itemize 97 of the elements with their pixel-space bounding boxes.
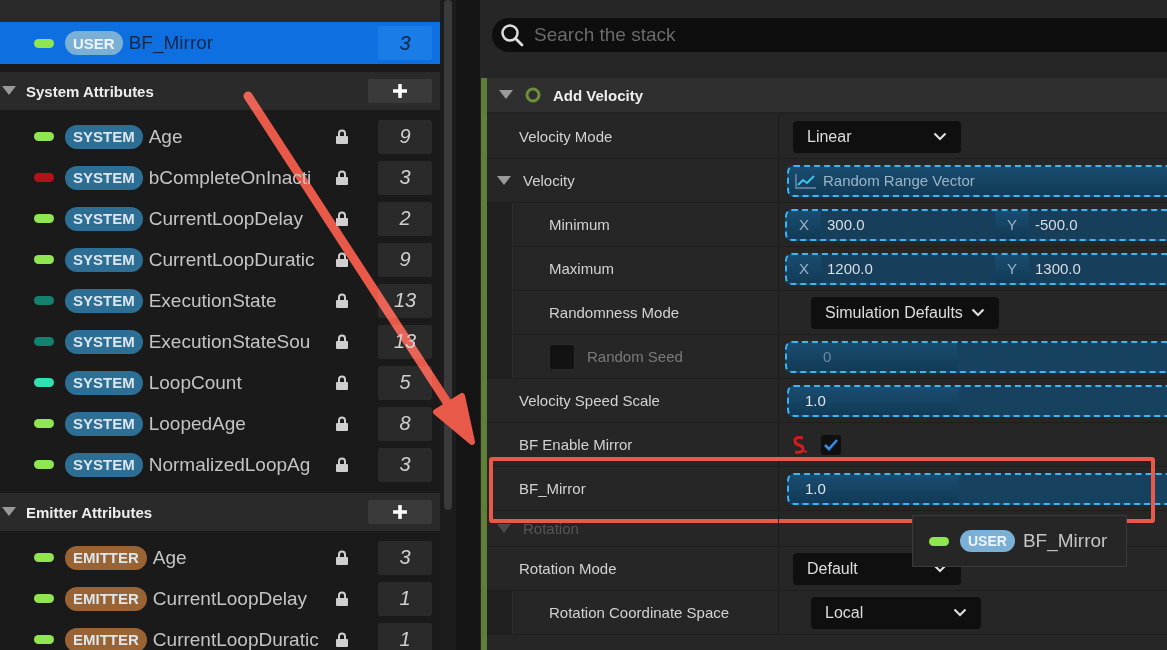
axis-label: Y (1006, 260, 1018, 277)
component-value[interactable]: 1200.0 (821, 254, 995, 283)
namespace-tag: SYSTEM (65, 329, 143, 354)
reference-count: 3 (378, 26, 432, 60)
property-label: BF Enable Mirror (519, 436, 633, 453)
namespace-tag: SYSTEM (65, 124, 143, 149)
parameter-row[interactable]: USER BF_Mirror 3 (0, 22, 440, 64)
axis-label: X (798, 216, 810, 233)
reference-count: 13 (378, 283, 432, 318)
namespace-tag: SYSTEM (65, 206, 143, 231)
axis-label: X (798, 260, 810, 277)
parameter-row[interactable]: EMITTER CurrentLoopDuratic 1 (0, 619, 440, 650)
parameter-name: CurrentLoopDuratic (148, 248, 316, 271)
parameter-name: BF_Mirror (128, 32, 215, 54)
dropdown[interactable]: Simulation Defaults (811, 296, 999, 329)
section-header[interactable]: System Attributes (0, 72, 440, 110)
parameter-row[interactable]: SYSTEM ExecutionState 13 (0, 280, 440, 321)
component-value[interactable]: 300.0 (821, 210, 995, 239)
parameter-name: ExecutionStateSou (148, 330, 312, 353)
property-label: Velocity Speed Scale (519, 392, 660, 409)
property-label: Velocity Mode (519, 128, 613, 145)
search-field[interactable]: Search the stack (492, 18, 1167, 52)
parameter-row[interactable]: SYSTEM NormalizedLoopAg 3 (0, 444, 440, 485)
parameter-row[interactable]: EMITTER Age 3 (0, 537, 440, 578)
parameter-name: CurrentLoopDelay (152, 587, 309, 610)
scrollbar-thumb[interactable] (444, 0, 452, 510)
reference-count: 9 (378, 119, 432, 154)
chevron-down-icon (970, 308, 985, 317)
section-title: Emitter Attributes (26, 503, 154, 521)
number-field[interactable]: 1.0 (787, 472, 1167, 505)
reference-count: 1 (378, 622, 432, 650)
component-value[interactable]: -500.0 (1029, 210, 1167, 239)
parameter-name: ExecutionState (148, 289, 278, 312)
parameter-name: LoopedAge (148, 412, 247, 435)
component-value[interactable]: 1300.0 (1029, 254, 1167, 283)
namespace-tag: SYSTEM (65, 370, 143, 395)
axis-label: Y (1006, 216, 1018, 233)
namespace-tag: SYSTEM (65, 452, 143, 477)
section-title: System Attributes (26, 82, 155, 100)
namespace-tag: EMITTER (65, 627, 147, 650)
property-label: BF_Mirror (519, 480, 586, 497)
namespace-tag: SYSTEM (65, 288, 143, 313)
add-button[interactable] (368, 79, 432, 103)
parameter-name: BF_Mirror (1022, 530, 1108, 552)
parameter-name: CurrentLoopDuratic (152, 628, 320, 650)
reference-count: 1 (378, 581, 432, 616)
parameter-row[interactable]: SYSTEM CurrentLoopDuratic 9 (0, 239, 440, 280)
reference-count: 2 (378, 201, 432, 236)
add-button[interactable] (368, 500, 432, 524)
namespace-tag: SYSTEM (65, 165, 143, 190)
property-label: Maximum (549, 260, 614, 277)
parameter-name: Age (152, 546, 188, 569)
parameter-row[interactable]: SYSTEM LoopCount 5 (0, 362, 440, 403)
section-header[interactable]: Emitter Attributes (0, 493, 440, 531)
reference-count: 5 (378, 365, 432, 400)
parameter-name: CurrentLoopDelay (148, 207, 304, 230)
reference-count: 3 (378, 540, 432, 575)
parameter-row[interactable]: EMITTER CurrentLoopDelay 1 (0, 578, 440, 619)
parameter-name: LoopCount (148, 371, 243, 394)
namespace-tag: USER (65, 31, 123, 55)
property-label: Randomness Mode (549, 304, 680, 321)
namespace-tag: SYSTEM (65, 411, 143, 436)
property-label: Rotation Mode (519, 560, 617, 577)
parameter-name: Age (148, 125, 184, 148)
namespace-tag: SYSTEM (65, 247, 143, 272)
parameter-name: NormalizedLoopAg (148, 453, 312, 476)
reference-count: 3 (378, 160, 432, 195)
namespace-tag: EMITTER (65, 586, 147, 611)
module-header[interactable]: Add Velocity (487, 78, 1167, 115)
parameter-row[interactable]: SYSTEM Age 9 (0, 116, 440, 157)
expand-triangle-icon[interactable] (499, 90, 513, 100)
number-field[interactable]: 1.0 (787, 384, 1167, 417)
parameter-row[interactable]: SYSTEM LoopedAge 8 (0, 403, 440, 444)
reference-count: 9 (378, 242, 432, 277)
vector-field[interactable]: X 300.0 Y -500.0 (785, 208, 1167, 241)
namespace-tag: EMITTER (65, 545, 147, 570)
chevron-down-icon (953, 608, 967, 617)
enabled-ring-icon[interactable] (525, 87, 541, 103)
reference-count: 3 (378, 447, 432, 482)
checkbox[interactable] (821, 434, 841, 455)
expand-triangle-icon[interactable] (497, 175, 511, 186)
property-label: Minimum (549, 216, 610, 233)
dropdown[interactable]: Linear (793, 120, 961, 153)
property-label: Rotation Coordinate Space (549, 604, 730, 621)
property-label: Velocity (523, 172, 575, 189)
vector-field[interactable]: X 1200.0 Y 1300.0 (785, 252, 1167, 285)
curve-graph-icon (795, 172, 817, 189)
expand-triangle-icon[interactable] (2, 507, 16, 517)
property-label: Random Seed (587, 348, 683, 365)
chevron-down-icon (933, 132, 947, 141)
parameter-row[interactable]: SYSTEM CurrentLoopDelay 2 (0, 198, 440, 239)
function-field[interactable]: Random Range Vector (787, 164, 1167, 197)
dropdown[interactable]: Local (811, 596, 981, 629)
expand-triangle-icon[interactable] (2, 86, 16, 96)
namespace-tag: USER (960, 530, 1015, 552)
module-title: Add Velocity (553, 86, 644, 104)
reference-count: 8 (378, 406, 432, 441)
